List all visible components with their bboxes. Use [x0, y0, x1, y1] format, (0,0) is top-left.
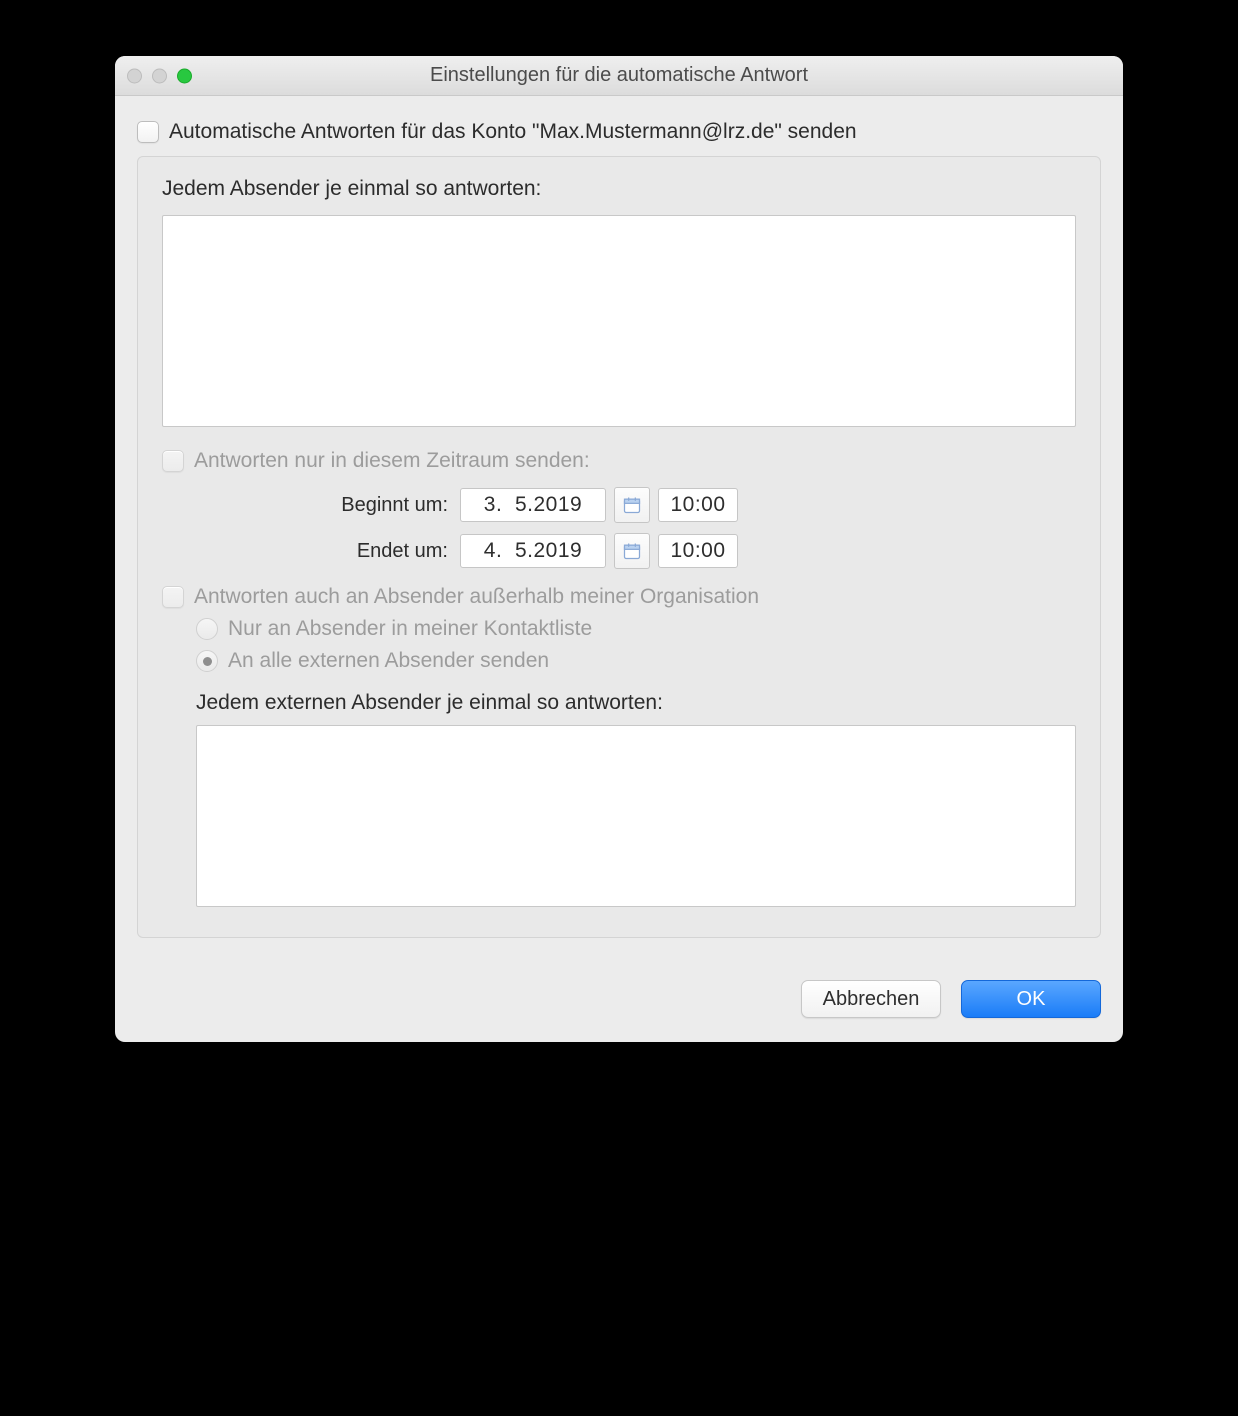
timerange-row[interactable]: Antworten nur in diesem Zeitraum senden:: [162, 449, 1076, 473]
radio-all-row[interactable]: An alle externen Absender senden: [196, 649, 1076, 673]
enable-auto-reply-label: Automatische Antworten für das Konto "Ma…: [169, 120, 857, 144]
timerange-label: Antworten nur in diesem Zeitraum senden:: [194, 449, 590, 473]
internal-reply-label: Jedem Absender je einmal so antworten:: [162, 177, 1076, 201]
end-label: Endet um:: [162, 540, 452, 563]
end-row: Endet um: 4. 5.2019 10:00: [162, 533, 1076, 569]
calendar-icon: [622, 541, 642, 561]
end-date-picker-button[interactable]: [614, 533, 650, 569]
radio-contacts-label: Nur an Absender in meiner Kontaktliste: [228, 617, 592, 641]
radio-all-label: An alle externen Absender senden: [228, 649, 549, 673]
close-icon[interactable]: [127, 68, 142, 83]
start-date-picker-button[interactable]: [614, 487, 650, 523]
external-enable-checkbox[interactable]: [162, 586, 184, 608]
dialog-content: Automatische Antworten für das Konto "Ma…: [115, 96, 1123, 960]
dialog-window: Einstellungen für die automatische Antwo…: [115, 56, 1123, 1042]
external-enable-row[interactable]: Antworten auch an Absender außerhalb mei…: [162, 585, 1076, 609]
start-time-input[interactable]: 10:00: [658, 488, 738, 522]
zoom-icon[interactable]: [177, 68, 192, 83]
external-enable-label: Antworten auch an Absender außerhalb mei…: [194, 585, 759, 609]
internal-reply-textarea[interactable]: [162, 215, 1076, 427]
external-reply-label: Jedem externen Absender je einmal so ant…: [196, 691, 1076, 715]
radio-contacts[interactable]: [196, 618, 218, 640]
start-label: Beginnt um:: [162, 494, 452, 517]
timerange-checkbox[interactable]: [162, 450, 184, 472]
window-title: Einstellungen für die automatische Antwo…: [115, 64, 1123, 87]
minimize-icon[interactable]: [152, 68, 167, 83]
external-scope-group: Nur an Absender in meiner Kontaktliste A…: [196, 617, 1076, 673]
dialog-footer: Abbrechen OK: [115, 960, 1123, 1042]
end-date-input[interactable]: 4. 5.2019: [460, 534, 606, 568]
titlebar: Einstellungen für die automatische Antwo…: [115, 56, 1123, 96]
ok-button[interactable]: OK: [961, 980, 1101, 1018]
window-controls: [127, 68, 192, 83]
settings-panel: Jedem Absender je einmal so antworten: A…: [137, 156, 1101, 938]
radio-all[interactable]: [196, 650, 218, 672]
start-row: Beginnt um: 3. 5.2019 10:00: [162, 487, 1076, 523]
enable-auto-reply-row[interactable]: Automatische Antworten für das Konto "Ma…: [137, 120, 1101, 144]
start-date-input[interactable]: 3. 5.2019: [460, 488, 606, 522]
end-time-input[interactable]: 10:00: [658, 534, 738, 568]
date-rows: Beginnt um: 3. 5.2019 10:00 Endet um:: [162, 487, 1076, 569]
external-reply-textarea[interactable]: [196, 725, 1076, 907]
calendar-icon: [622, 495, 642, 515]
cancel-button[interactable]: Abbrechen: [801, 980, 941, 1018]
enable-auto-reply-checkbox[interactable]: [137, 121, 159, 143]
radio-contacts-row[interactable]: Nur an Absender in meiner Kontaktliste: [196, 617, 1076, 641]
